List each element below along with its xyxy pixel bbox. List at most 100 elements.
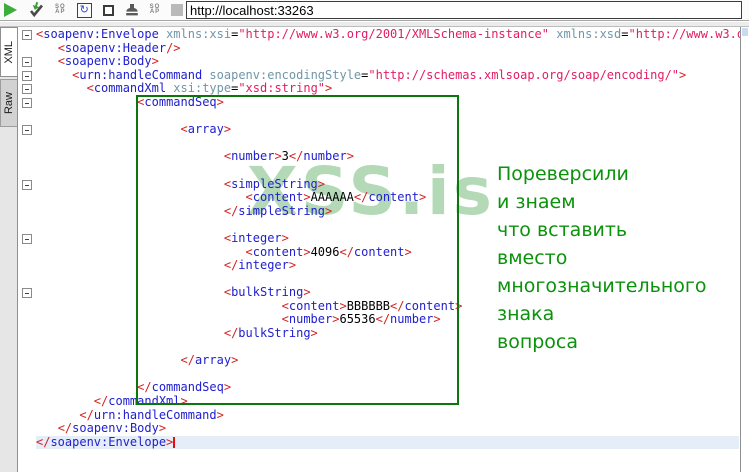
code-token: > bbox=[166, 434, 174, 449]
soap-letters-icon[interactable]: SO AP bbox=[150, 4, 161, 15]
code-token: < bbox=[223, 176, 232, 191]
code-token: xsi:type bbox=[173, 81, 232, 96]
code-line[interactable]: <commandXml xsi:type="xsd:string"> bbox=[36, 82, 739, 96]
code-token: /> bbox=[166, 40, 181, 55]
code-line[interactable]: </urn:handleCommand> bbox=[36, 407, 739, 423]
code-token: number bbox=[390, 312, 434, 327]
code-token: < bbox=[245, 244, 253, 259]
code-token: > bbox=[303, 190, 311, 205]
code-token: urn:handleCommand bbox=[93, 407, 217, 422]
code-token: number bbox=[303, 149, 347, 164]
tab-raw[interactable]: Raw bbox=[0, 79, 17, 127]
code-token: </ bbox=[137, 380, 152, 395]
code-token: </ bbox=[339, 244, 354, 259]
tab-xml[interactable]: XML bbox=[0, 27, 17, 77]
code-token: 65536 bbox=[339, 312, 376, 327]
code-line[interactable]: </soapenv:Envelope> bbox=[36, 434, 739, 450]
code-token: number bbox=[288, 312, 333, 327]
code-token: bulkString bbox=[238, 326, 311, 341]
code-token: > bbox=[679, 67, 687, 82]
code-token: array bbox=[194, 353, 232, 368]
play-icon[interactable] bbox=[4, 3, 17, 17]
code-token: > bbox=[339, 298, 347, 313]
code-line[interactable]: <array> bbox=[36, 122, 739, 137]
code-token: </ bbox=[57, 421, 73, 436]
code-token: content bbox=[368, 190, 419, 205]
code-token: > bbox=[223, 380, 232, 395]
code-token: soapenv:encodingStyle bbox=[209, 67, 362, 82]
note-line: вместо bbox=[497, 247, 568, 269]
code-line[interactable] bbox=[36, 368, 739, 382]
code-token: content bbox=[252, 244, 304, 259]
refresh-icon[interactable]: ↻ bbox=[76, 2, 92, 18]
code-token: </ bbox=[353, 190, 369, 205]
code-token: > bbox=[455, 298, 463, 313]
code-token: 4096 bbox=[310, 244, 340, 259]
fold-toggle-icon[interactable] bbox=[22, 30, 32, 40]
code-line[interactable]: </commandSeq> bbox=[36, 381, 739, 395]
code-token: "http://schemas.xmlsoap.org/soap/encodin… bbox=[368, 67, 680, 82]
code-line[interactable]: <urn:handleCommand soapenv:encodingStyle… bbox=[36, 67, 739, 83]
code-token: > bbox=[418, 190, 427, 205]
code-line[interactable]: <soapenv:Header/> bbox=[36, 40, 739, 56]
code-token: number bbox=[231, 149, 275, 164]
xml-editor[interactable]: XSS.is <soapenv:Envelope xmlns:xsi="http… bbox=[19, 27, 741, 472]
note-line: Пореверсили bbox=[497, 163, 629, 185]
code-token: integer bbox=[238, 258, 289, 273]
code-token: </ bbox=[375, 312, 391, 327]
code-token: simpleString bbox=[231, 176, 318, 191]
code-line[interactable] bbox=[36, 110, 739, 124]
code-token: urn:handleCommand bbox=[79, 67, 203, 82]
endpoint-url-input[interactable] bbox=[186, 1, 742, 19]
code-token: < bbox=[57, 54, 65, 69]
code-token: > bbox=[158, 421, 167, 436]
note-line: знака bbox=[497, 303, 555, 325]
code-token: > bbox=[303, 285, 311, 300]
fold-toggle-icon[interactable] bbox=[22, 84, 32, 95]
code-token: xmlns:xsd bbox=[556, 27, 622, 41]
code-token: content bbox=[353, 244, 405, 259]
code-token: </ bbox=[223, 203, 239, 218]
code-token: > bbox=[325, 203, 333, 218]
code-token: content bbox=[288, 298, 340, 313]
fold-toggle-icon[interactable] bbox=[22, 57, 32, 68]
code-line[interactable]: </soapenv:Body> bbox=[36, 421, 739, 436]
code-token: BBBBBB bbox=[346, 298, 391, 313]
code-token: > bbox=[404, 244, 412, 259]
fold-toggle-icon[interactable] bbox=[22, 125, 32, 136]
code-line[interactable]: </array> bbox=[36, 353, 739, 368]
fold-toggle-icon[interactable] bbox=[22, 234, 32, 244]
stamp-icon[interactable] bbox=[125, 3, 139, 17]
soap-letters-icon[interactable]: SO AP bbox=[55, 4, 66, 15]
code-token: > bbox=[216, 94, 224, 109]
code-token: > bbox=[281, 230, 289, 245]
submit-check-icon[interactable] bbox=[28, 2, 44, 18]
code-line[interactable]: <soapenv:Body> bbox=[36, 54, 739, 69]
fold-toggle-icon[interactable] bbox=[22, 98, 32, 108]
code-token: < bbox=[281, 298, 289, 313]
code-line[interactable]: <commandSeq> bbox=[36, 94, 739, 110]
code-token: soapenv:Envelope bbox=[50, 434, 167, 449]
code-line[interactable]: </commandXml> bbox=[36, 394, 739, 409]
code-line[interactable]: <soapenv:Envelope xmlns:xsi="http://www.… bbox=[36, 27, 740, 42]
code-token: < bbox=[57, 40, 65, 55]
code-token: 3 bbox=[281, 149, 289, 164]
fold-toggle-icon[interactable] bbox=[22, 70, 32, 81]
code-token: "http://www.w3.org/2001/XMLSchema-instan… bbox=[238, 27, 549, 41]
code-token: < bbox=[245, 190, 253, 205]
code-token: > bbox=[303, 244, 311, 259]
fold-toggle-icon[interactable] bbox=[22, 288, 32, 299]
code-token: > bbox=[274, 149, 282, 164]
code-token: > bbox=[310, 326, 318, 341]
code-token: </ bbox=[79, 407, 94, 422]
code-token: = bbox=[621, 27, 629, 41]
fold-toggle-icon[interactable] bbox=[22, 179, 32, 190]
code-token: array bbox=[187, 122, 224, 137]
code-line[interactable] bbox=[36, 137, 739, 151]
code-token: xmlns:xsi bbox=[166, 27, 232, 41]
code-token: > bbox=[325, 81, 333, 96]
stop-square-icon[interactable] bbox=[102, 4, 114, 16]
code-token: </ bbox=[390, 298, 405, 313]
code-token: content bbox=[252, 190, 304, 205]
